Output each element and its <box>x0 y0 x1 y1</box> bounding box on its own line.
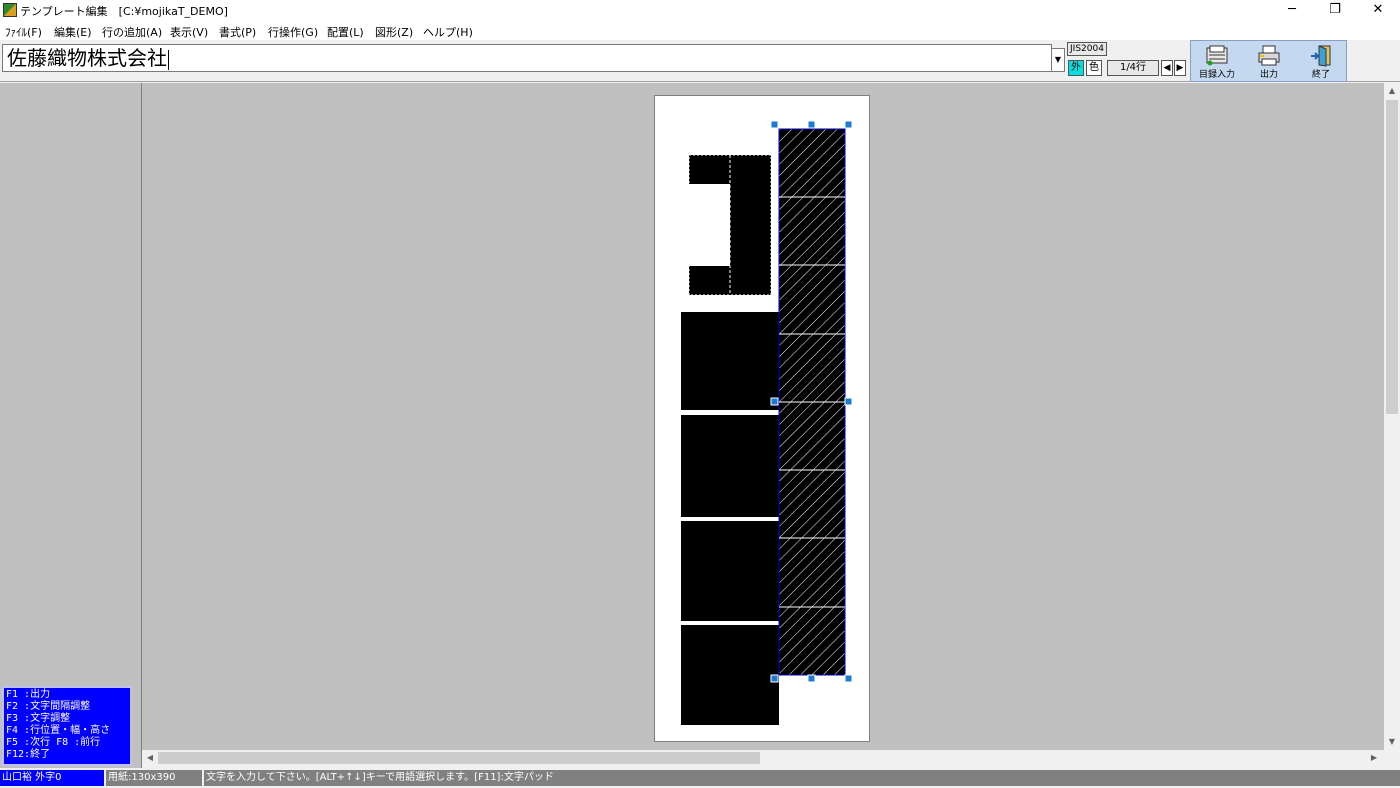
register-input-label: 目録入力 <box>1198 70 1235 80</box>
status-message: 文字を入力して下さい。[ALT+↑↓]キーで用語選択します。[F11]:文字パッ… <box>202 770 1400 786</box>
scroll-up-button[interactable]: ▲ <box>1384 83 1400 99</box>
gaiji-button[interactable]: 外 <box>1068 60 1084 76</box>
resize-handle[interactable] <box>807 120 816 129</box>
help-line: F5 :次行 F8 :前行 <box>6 737 101 748</box>
menu-shapes[interactable]: 図形(Z) <box>375 24 413 40</box>
text-block[interactable] <box>681 521 779 621</box>
text-block[interactable] <box>681 415 779 517</box>
exit-door-icon <box>1311 45 1331 67</box>
menu-line-ops[interactable]: 行操作(G) <box>268 24 318 40</box>
help-line: F12:終了 <box>6 749 51 760</box>
menu-edit[interactable]: 編集(E) <box>54 24 92 40</box>
prev-line-button[interactable]: ◀ <box>1161 60 1173 76</box>
status-bar: 山口裕 外字0 用紙:130x390 文字を入力して下さい。[ALT+↑↓]キー… <box>0 768 1400 788</box>
text-caret <box>168 49 169 70</box>
menu-file[interactable]: ﾌｧｲﾙ(F) <box>5 24 42 40</box>
vertical-scroll-thumb[interactable] <box>1386 100 1398 414</box>
title-bar: テンプレート編集 [C:¥mojikaT_DEMO] ─ ❐ ✕ <box>0 0 1400 22</box>
exit-label: 終了 <box>1311 70 1330 80</box>
horizontal-scroll-thumb[interactable] <box>158 752 760 764</box>
scroll-right-button[interactable]: ▶ <box>1366 750 1382 766</box>
left-panel <box>0 83 142 768</box>
help-line: F3 :文字調整 <box>6 713 71 724</box>
status-paper-size: 用紙:130x390 <box>104 770 202 786</box>
menu-help[interactable]: ヘルプ(H) <box>423 24 473 40</box>
printer-icon <box>1258 45 1280 66</box>
menu-add-line[interactable]: 行の追加(A) <box>102 24 162 40</box>
text-block[interactable] <box>681 625 779 725</box>
template-paper[interactable] <box>654 95 870 742</box>
function-key-help: F1 :出力 F2 :文字間隔調整 F3 :文字調整 F4 :行位置・幅・高さ … <box>2 686 132 766</box>
app-icon <box>3 3 17 17</box>
menu-bar: ﾌｧｲﾙ(F) 編集(E) 行の追加(A) 表示(V) 書式(P) 行操作(G)… <box>0 22 1400 40</box>
resize-handle[interactable] <box>844 120 853 129</box>
scroll-down-button[interactable]: ▼ <box>1384 734 1400 750</box>
window-title: テンプレート編集 [C:¥mojikaT_DEMO] <box>20 5 228 18</box>
jis-label[interactable]: JIS2004 <box>1067 42 1107 56</box>
resize-handle[interactable] <box>844 397 853 406</box>
exit-button[interactable]: 終了 <box>1295 41 1347 81</box>
next-line-button[interactable]: ▶ <box>1174 60 1186 76</box>
term-dropdown-button[interactable]: ▼ <box>1051 48 1065 72</box>
menu-format[interactable]: 書式(P) <box>219 24 256 40</box>
help-line: F1 :出力 <box>6 689 51 700</box>
toolbar: 目録入力 出力 終了 <box>1190 40 1347 82</box>
restore-button[interactable]: ❐ <box>1313 0 1357 22</box>
resize-handle[interactable] <box>770 120 779 129</box>
scroll-left-button[interactable]: ◀ <box>142 750 158 766</box>
resize-handle[interactable] <box>770 397 779 406</box>
template-preview <box>681 120 853 725</box>
color-button[interactable]: 色 <box>1086 60 1102 76</box>
register-input-button[interactable]: 目録入力 <box>1191 41 1243 81</box>
help-line: F2 :文字間隔調整 <box>6 701 91 712</box>
line-counter: 1/4行 <box>1107 60 1159 76</box>
status-user: 山口裕 外字0 <box>0 770 104 786</box>
logo-block-gap <box>689 184 730 266</box>
output-label: 出力 <box>1259 70 1278 80</box>
register-icon <box>1206 45 1228 66</box>
help-line: F4 :行位置・幅・高さ <box>6 725 111 736</box>
text-input-value: 佐藤織物株式会社 <box>7 46 167 70</box>
menu-layout[interactable]: 配置(L) <box>327 24 364 40</box>
output-button[interactable]: 出力 <box>1243 41 1295 81</box>
text-block[interactable] <box>681 312 779 410</box>
resize-handle[interactable] <box>844 674 853 683</box>
close-button[interactable]: ✕ <box>1356 0 1400 22</box>
menu-view[interactable]: 表示(V) <box>170 24 208 40</box>
resize-handle[interactable] <box>807 674 816 683</box>
minimize-button[interactable]: ─ <box>1270 0 1314 22</box>
resize-handle[interactable] <box>770 674 779 683</box>
text-input[interactable]: 佐藤織物株式会社 <box>2 44 1052 72</box>
